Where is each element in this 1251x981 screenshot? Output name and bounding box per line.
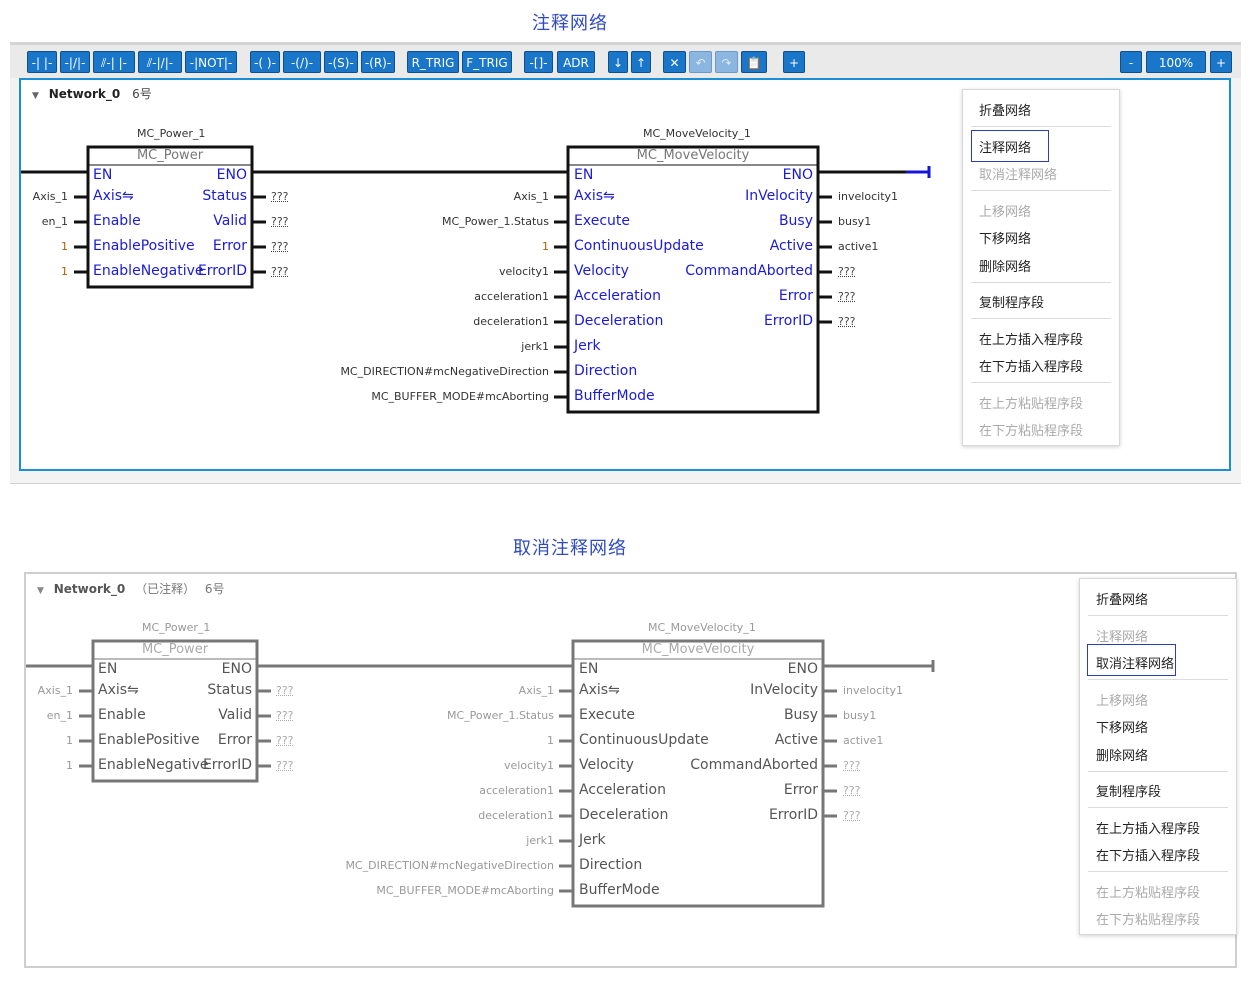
menu-item-insert-above[interactable]: 在上方插入程序段 — [1096, 818, 1200, 837]
menu-item-move-up[interactable]: 上移网络 — [1096, 690, 1148, 709]
pin-eno: ENO — [221, 661, 252, 677]
var-busy[interactable]: busy1 — [843, 709, 876, 722]
menu-item-insert-below[interactable]: 在下方插入程序段 — [1096, 845, 1200, 864]
pin-velocity: Velocity — [579, 757, 634, 773]
var-valid[interactable]: ??? — [276, 709, 294, 722]
pin-error: Error — [783, 782, 818, 798]
pin-buffer-mode: BufferMode — [579, 882, 660, 898]
pin-active: Active — [774, 732, 818, 748]
pin-status: Status — [207, 682, 252, 698]
pin-execute: Execute — [579, 707, 635, 723]
ladder-diagram-commented — [26, 639, 935, 908]
pin-busy: Busy — [783, 707, 818, 723]
var-status[interactable]: ??? — [276, 684, 294, 697]
var-direction[interactable]: MC_DIRECTION#mcNegativeDirection — [305, 859, 554, 872]
var-deceleration[interactable]: deceleration1 — [305, 809, 554, 822]
var-acceleration[interactable]: acceleration1 — [305, 784, 554, 797]
menu-item-copy[interactable]: 复制程序段 — [1096, 781, 1161, 800]
pin-invelocity: InVelocity — [750, 682, 818, 698]
pin-en: EN — [579, 661, 599, 677]
pin-deceleration: Deceleration — [579, 807, 669, 823]
var-axis[interactable]: Axis_1 — [0, 684, 73, 697]
pin-errorid: ErrorID — [202, 757, 252, 773]
pin-error: Error — [217, 732, 252, 748]
menu-item-move-down[interactable]: 下移网络 — [1096, 717, 1148, 736]
var-active[interactable]: active1 — [843, 734, 883, 747]
highlight-box — [1087, 644, 1176, 676]
var-axis[interactable]: Axis_1 — [305, 684, 554, 697]
var-errorid[interactable]: ??? — [843, 809, 861, 822]
var-continuous-update[interactable]: 1 — [305, 734, 554, 747]
power-type-name: MC_Power — [141, 642, 209, 657]
pin-direction: Direction — [579, 857, 643, 873]
pin-errorid: ErrorID — [768, 807, 818, 823]
var-errorid[interactable]: ??? — [276, 759, 294, 772]
menu-item-paste-below[interactable]: 在下方粘贴程序段 — [1096, 909, 1200, 928]
var-buffer-mode[interactable]: MC_BUFFER_MODE#mcAborting — [305, 884, 554, 897]
move-type-name: MC_MoveVelocity — [641, 642, 755, 657]
var-error[interactable]: ??? — [276, 734, 294, 747]
pin-axis: Axis⇋ — [579, 682, 620, 698]
pin-axis: Axis⇋ — [98, 682, 139, 698]
move-instance-name[interactable]: MC_MoveVelocity_1 — [648, 621, 756, 634]
var-jerk[interactable]: jerk1 — [305, 834, 554, 847]
pin-eno: ENO — [787, 661, 818, 677]
pin-enable: Enable — [98, 707, 146, 723]
power-instance-name[interactable]: MC_Power_1 — [142, 621, 210, 634]
pin-command-aborted: CommandAborted — [690, 757, 818, 773]
var-error[interactable]: ??? — [843, 784, 861, 797]
var-execute[interactable]: MC_Power_1.Status — [305, 709, 554, 722]
var-invelocity[interactable]: invelocity1 — [843, 684, 903, 697]
menu-item-paste-above[interactable]: 在上方粘贴程序段 — [1096, 882, 1200, 901]
var-enable[interactable]: en_1 — [0, 709, 73, 722]
var-command-aborted[interactable]: ??? — [843, 759, 861, 772]
pin-en: EN — [98, 661, 118, 677]
menu-item-collapse[interactable]: 折叠网络 — [1096, 589, 1148, 608]
pin-valid: Valid — [218, 707, 252, 723]
var-enable-negative[interactable]: 1 — [0, 759, 73, 772]
var-velocity[interactable]: velocity1 — [305, 759, 554, 772]
menu-item-comment[interactable]: 注释网络 — [1096, 626, 1148, 645]
pin-jerk: Jerk — [579, 832, 606, 848]
menu-item-delete[interactable]: 删除网络 — [1096, 745, 1148, 764]
var-enable-positive[interactable]: 1 — [0, 734, 73, 747]
context-menu-bottom: 折叠网络 注释网络 取消注释网络 上移网络 下移网络 删除网络 复制程序段 在上… — [1079, 578, 1237, 935]
pin-acceleration: Acceleration — [579, 782, 666, 798]
